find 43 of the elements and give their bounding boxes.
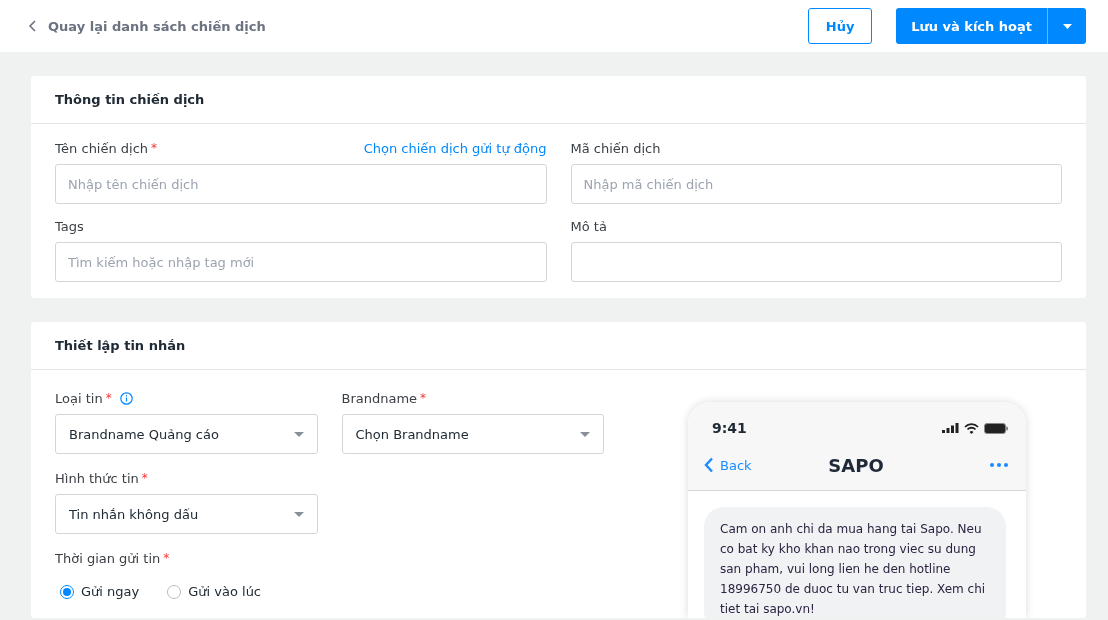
status-time: 9:41 bbox=[712, 420, 747, 436]
dropdown-select[interactable]: Brandname Quảng cáo bbox=[55, 414, 318, 454]
dropdown-select[interactable]: Tin nhắn không dấu bbox=[55, 494, 318, 534]
dropdown-button[interactable] bbox=[1047, 8, 1086, 44]
radio-option[interactable]: Gửi ngay bbox=[60, 584, 140, 599]
input-field[interactable]: Nhập tên chiến dịch bbox=[55, 164, 547, 204]
radio-option[interactable]: Gửi vào lúc bbox=[167, 584, 262, 599]
cancel-button[interactable]: Hủy bbox=[808, 8, 873, 44]
back-link[interactable]: Quay lại danh sách chiến dịch bbox=[28, 18, 266, 34]
caret-icon bbox=[580, 431, 590, 437]
required-mark: * bbox=[151, 141, 158, 155]
input-field[interactable]: Nhập mã chiến dịch bbox=[570, 164, 1062, 204]
input-field[interactable] bbox=[570, 242, 1062, 282]
chat-title: SAPO bbox=[827, 454, 885, 476]
required-mark: * bbox=[141, 471, 148, 485]
more-icon[interactable] bbox=[990, 463, 1008, 467]
required-mark: * bbox=[420, 391, 427, 405]
chevron-left-icon bbox=[28, 19, 38, 33]
required-mark: * bbox=[163, 551, 170, 565]
caret-icon bbox=[293, 431, 304, 437]
required-mark: * bbox=[105, 391, 112, 405]
field-label: Tên chiến dịch bbox=[55, 140, 149, 156]
info-icon[interactable] bbox=[119, 391, 133, 405]
signal-icon bbox=[942, 423, 959, 433]
field-label: Loại tin bbox=[55, 390, 103, 406]
field-label: Hình thức tin bbox=[55, 470, 139, 486]
caret-icon bbox=[294, 511, 304, 517]
card-title: Thông tin chiến dịch bbox=[31, 76, 1086, 124]
chevron-left-icon bbox=[704, 457, 714, 473]
save-activate-button[interactable]: Lưu và kích hoạt bbox=[896, 8, 1047, 44]
field-label: Mã chiến dịch bbox=[570, 140, 661, 156]
dropdown-select[interactable]: Chọn Brandname bbox=[341, 414, 604, 454]
field-label: Mô tả bbox=[570, 218, 607, 234]
card-title: Thiết lập tin nhắn bbox=[31, 322, 1086, 370]
auto-campaign-link[interactable]: Chọn chiến dịch gửi tự động bbox=[363, 140, 547, 156]
input-field[interactable]: Tìm kiếm hoặc nhập tag mới bbox=[55, 242, 547, 282]
battery-icon bbox=[984, 422, 1008, 434]
caret-icon bbox=[1062, 23, 1072, 29]
field-label: Brandname bbox=[341, 390, 418, 406]
wifi-icon bbox=[964, 422, 979, 434]
message-bubble: Cam on anh chi da mua hang tai Sapo. Neu co bat ky kho khan nao trong viec su dung san pham, vui long lien he den hotline 18996750 de duoc tu van truc tiep. Xem chi tiet tai sapo.vn! bbox=[704, 507, 1006, 618]
field-label: Tags bbox=[55, 218, 84, 234]
field-label: Thời gian gửi tin bbox=[55, 550, 161, 566]
